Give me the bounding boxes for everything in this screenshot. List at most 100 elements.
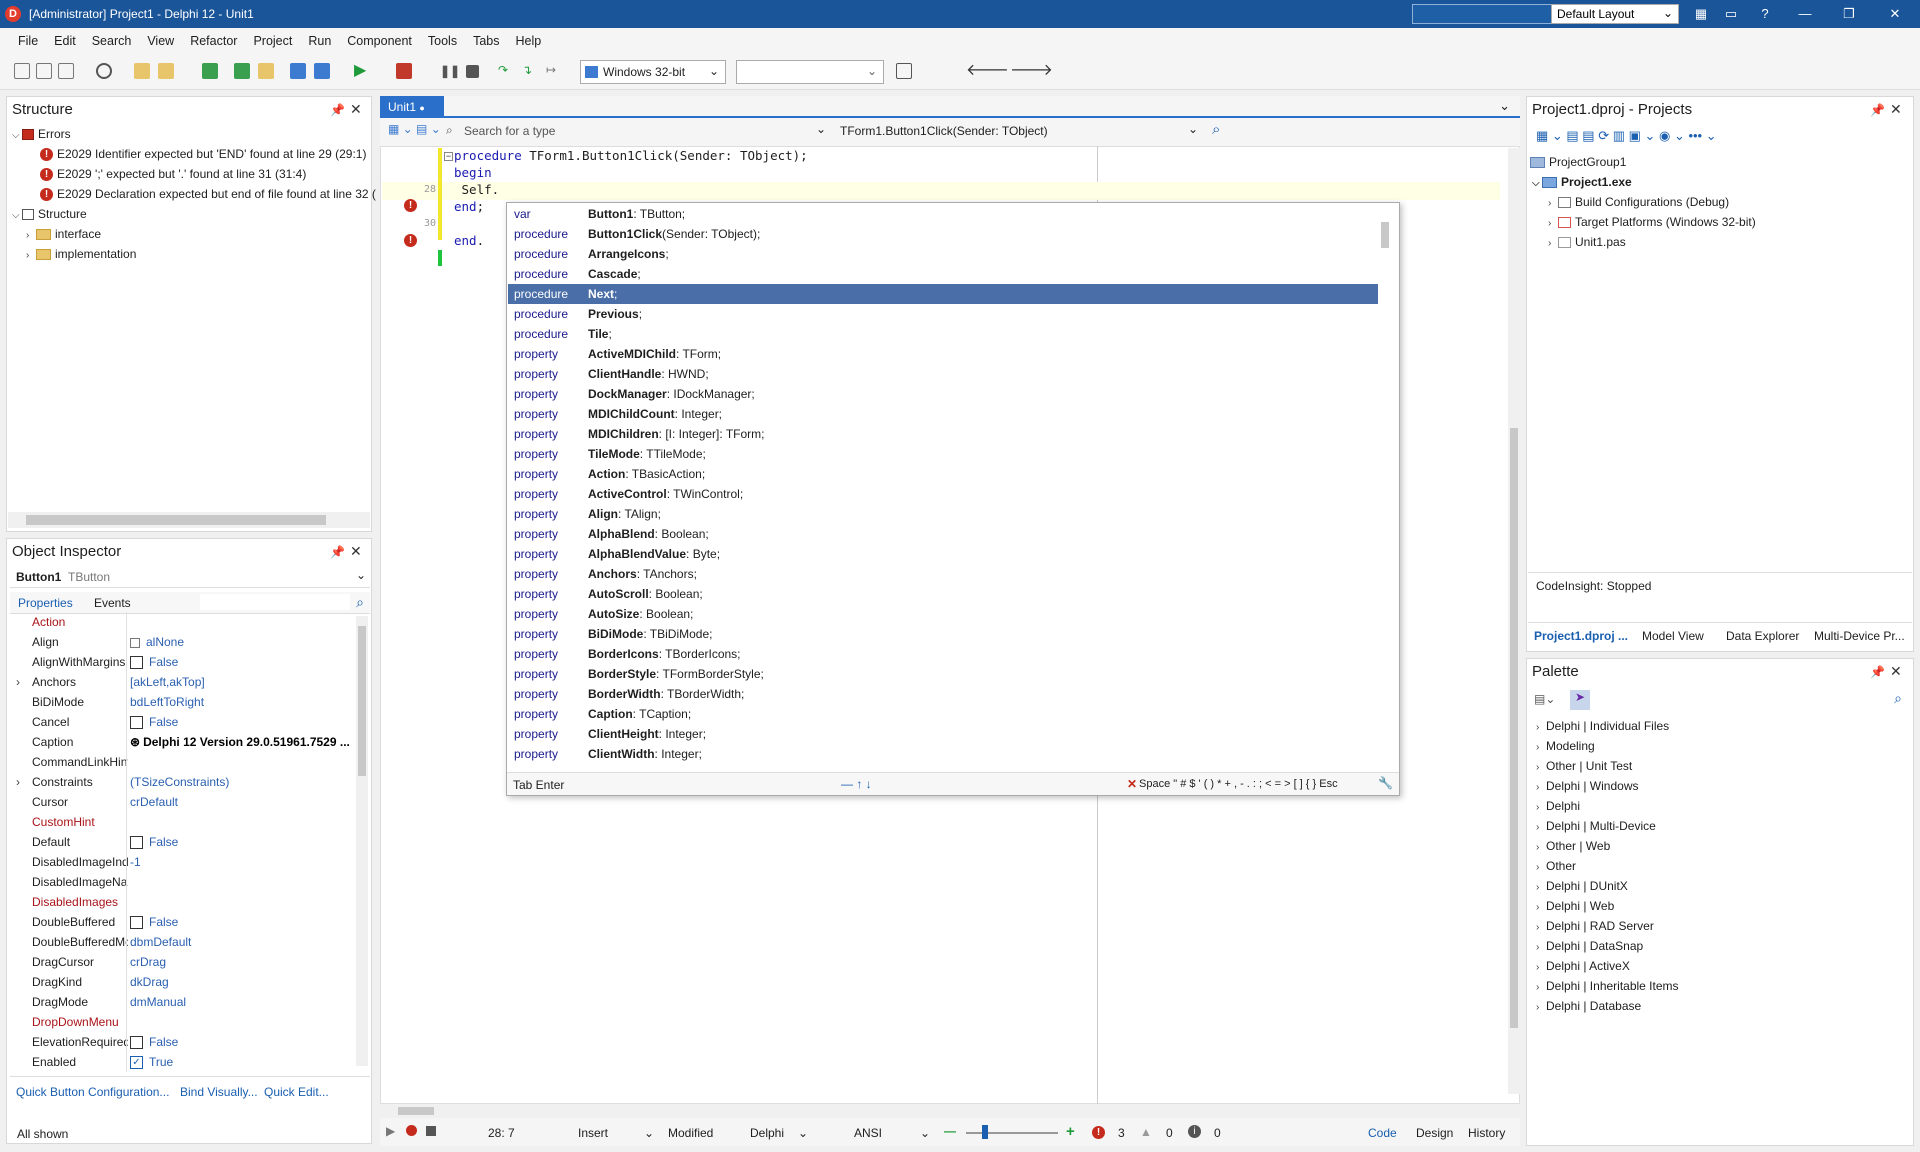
completion-item[interactable]: procedure Previous; bbox=[508, 304, 1378, 324]
reopen-icon[interactable] bbox=[58, 63, 74, 79]
close-panel-icon[interactable]: ✕ bbox=[1890, 663, 1902, 680]
property-row[interactable]: DragKind dkDrag bbox=[8, 972, 368, 992]
error-count[interactable]: 3 bbox=[1118, 1126, 1125, 1140]
horizontal-scrollbar[interactable] bbox=[8, 512, 370, 528]
remove-from-project-icon[interactable] bbox=[314, 63, 330, 79]
palette-category[interactable]: › Delphi bbox=[1536, 796, 1580, 816]
stop-macro-icon[interactable] bbox=[426, 1126, 436, 1136]
open-icon[interactable] bbox=[36, 63, 52, 79]
projects-toolbar[interactable]: ▦ ⌄ ▤ ▤ ⟳ ▥ ▣ ⌄ ◉ ⌄ ••• ⌄ bbox=[1536, 128, 1836, 146]
insert-mode[interactable]: Insert bbox=[578, 1126, 608, 1140]
completion-item[interactable]: property AutoSize: Boolean; bbox=[508, 604, 1378, 624]
tab-design[interactable]: Design bbox=[1416, 1126, 1453, 1140]
tab-properties[interactable]: Properties bbox=[18, 596, 73, 610]
trace-into-icon[interactable]: ↴ bbox=[522, 63, 538, 79]
code-line[interactable]: Self. bbox=[454, 182, 500, 197]
error-item[interactable]: ! E2029 ';' expected but '.' found at lin… bbox=[40, 164, 306, 184]
completion-item[interactable]: property AlphaBlend: Boolean; bbox=[508, 524, 1378, 544]
close-panel-icon[interactable]: ✕ bbox=[1890, 101, 1902, 118]
record-macro-icon[interactable] bbox=[406, 1125, 417, 1136]
completion-item[interactable]: procedure Next; bbox=[508, 284, 1378, 304]
expand-icon[interactable]: › bbox=[16, 672, 20, 692]
property-value[interactable]: crDrag bbox=[130, 952, 166, 972]
palette-search-input[interactable]: ⌕ bbox=[1726, 690, 1906, 710]
completion-item[interactable]: property TileMode: TTileMode; bbox=[508, 444, 1378, 464]
property-row[interactable]: DisabledImageName bbox=[8, 872, 368, 892]
close-completion-icon[interactable]: ✕ bbox=[1127, 777, 1137, 791]
palette-category[interactable]: › Delphi | Web bbox=[1536, 896, 1614, 916]
completion-item[interactable]: procedure Tile; bbox=[508, 324, 1378, 344]
property-value[interactable]: False bbox=[130, 712, 178, 732]
property-row[interactable]: › Anchors [akLeft,akTop] bbox=[8, 672, 368, 692]
project-group-node[interactable]: ProjectGroup1 bbox=[1530, 152, 1626, 172]
completion-item[interactable]: property BorderIcons: TBorderIcons; bbox=[508, 644, 1378, 664]
palette-category[interactable]: › Other | Unit Test bbox=[1536, 756, 1632, 776]
tab-multi-device[interactable]: Multi-Device Pr... bbox=[1814, 629, 1905, 643]
zoom-out-icon[interactable]: — bbox=[944, 1124, 956, 1138]
chevron-down-icon[interactable]: ⌄ bbox=[1499, 98, 1510, 114]
property-value[interactable]: ✓ True bbox=[130, 1052, 173, 1072]
palette-category[interactable]: › Delphi | Individual Files bbox=[1536, 716, 1669, 736]
close-panel-icon[interactable]: ✕ bbox=[350, 543, 362, 560]
chevron-down-icon[interactable]: ⌄ bbox=[798, 1126, 808, 1140]
new-items-icon[interactable] bbox=[134, 63, 150, 79]
palette-categories-icon[interactable]: ▤⌄ bbox=[1534, 692, 1564, 710]
hint-count[interactable]: 0 bbox=[1214, 1126, 1221, 1140]
stop-icon[interactable] bbox=[466, 65, 479, 78]
search-icon[interactable]: ⌕ bbox=[356, 594, 364, 611]
configuration-select[interactable]: ⌄ bbox=[736, 60, 884, 84]
menu-tabs[interactable]: Tabs bbox=[465, 34, 507, 48]
tab-project-manager[interactable]: Project1.dproj ... bbox=[1534, 629, 1628, 643]
pin-icon[interactable]: 📌 bbox=[1870, 665, 1885, 679]
new-file-icon[interactable] bbox=[14, 63, 30, 79]
completion-item[interactable]: property ActiveMDIChild: TForm; bbox=[508, 344, 1378, 364]
navigation-icons[interactable]: ▦ ⌄ ▤ ⌄ bbox=[388, 122, 452, 140]
zoom-slider-thumb[interactable] bbox=[982, 1125, 988, 1139]
close-panel-icon[interactable]: ✕ bbox=[350, 101, 362, 118]
palette-category[interactable]: › Delphi | RAD Server bbox=[1536, 916, 1654, 936]
property-value[interactable]: dmManual bbox=[130, 992, 186, 1012]
property-row[interactable]: DropDownMenu bbox=[8, 1012, 368, 1032]
project-node[interactable]: ⌵ Project1.exe bbox=[1532, 172, 1632, 192]
zoom-slider[interactable] bbox=[966, 1132, 1058, 1134]
quick-edit-link[interactable]: Quick Edit... bbox=[264, 1085, 329, 1099]
run-icon[interactable]: ▶ bbox=[354, 63, 370, 79]
pin-icon[interactable]: 📌 bbox=[330, 545, 345, 559]
palette-category[interactable]: › Delphi | DataSnap bbox=[1536, 936, 1643, 956]
menu-search[interactable]: Search bbox=[84, 34, 140, 48]
forward-arrow-icon[interactable]: 🡒 bbox=[1010, 63, 1053, 79]
menu-help[interactable]: Help bbox=[508, 34, 550, 48]
run-to-cursor-icon[interactable]: ↦ bbox=[546, 63, 562, 79]
grid-divider[interactable] bbox=[126, 612, 127, 1072]
completion-item[interactable]: property DockManager: IDockManager; bbox=[508, 384, 1378, 404]
project-child-node[interactable]: › Unit1.pas bbox=[1548, 232, 1626, 252]
property-row[interactable]: DoubleBuffered False bbox=[8, 912, 368, 932]
code-line[interactable]: end; bbox=[454, 199, 484, 214]
back-arrow-icon[interactable]: 🡐 bbox=[966, 63, 1009, 79]
chevron-down-icon[interactable]: ⌄ bbox=[644, 1126, 654, 1140]
completion-item[interactable]: property Action: TBasicAction; bbox=[508, 464, 1378, 484]
error-item[interactable]: ! E2029 Declaration expected but end of f… bbox=[40, 184, 376, 204]
play-macro-icon[interactable]: ▶ bbox=[386, 1124, 395, 1138]
property-value[interactable]: False bbox=[130, 832, 178, 852]
tree-node-interface[interactable]: › interface bbox=[26, 224, 101, 244]
property-row[interactable]: DoubleBufferedModedbmDefault bbox=[8, 932, 368, 952]
maximize-icon[interactable]: ❐ bbox=[1838, 4, 1860, 24]
tab-code[interactable]: Code bbox=[1368, 1126, 1397, 1140]
help-icon[interactable]: ? bbox=[1754, 4, 1776, 24]
completion-item[interactable]: property MDIChildCount: Integer; bbox=[508, 404, 1378, 424]
menu-component[interactable]: Component bbox=[339, 34, 420, 48]
completion-item[interactable]: procedure Cascade; bbox=[508, 264, 1378, 284]
language-select[interactable]: Delphi bbox=[750, 1126, 784, 1140]
zoom-in-icon[interactable]: + bbox=[1066, 1123, 1075, 1140]
completion-item[interactable]: property BorderStyle: TFormBorderStyle; bbox=[508, 664, 1378, 684]
property-value[interactable]: ⊛ Delphi 12 Version 29.0.51961.7529 ... bbox=[130, 732, 350, 752]
fold-icon[interactable]: − bbox=[444, 152, 453, 161]
property-value[interactable]: alNone bbox=[130, 632, 184, 652]
checkbox[interactable] bbox=[130, 836, 143, 850]
property-value[interactable]: False bbox=[130, 912, 178, 932]
property-value[interactable]: [akLeft,akTop] bbox=[130, 672, 205, 692]
completion-item[interactable]: property ClientWidth: Integer; bbox=[508, 744, 1378, 764]
property-row[interactable]: DragCursor crDrag bbox=[8, 952, 368, 972]
menu-project[interactable]: Project bbox=[245, 34, 300, 48]
